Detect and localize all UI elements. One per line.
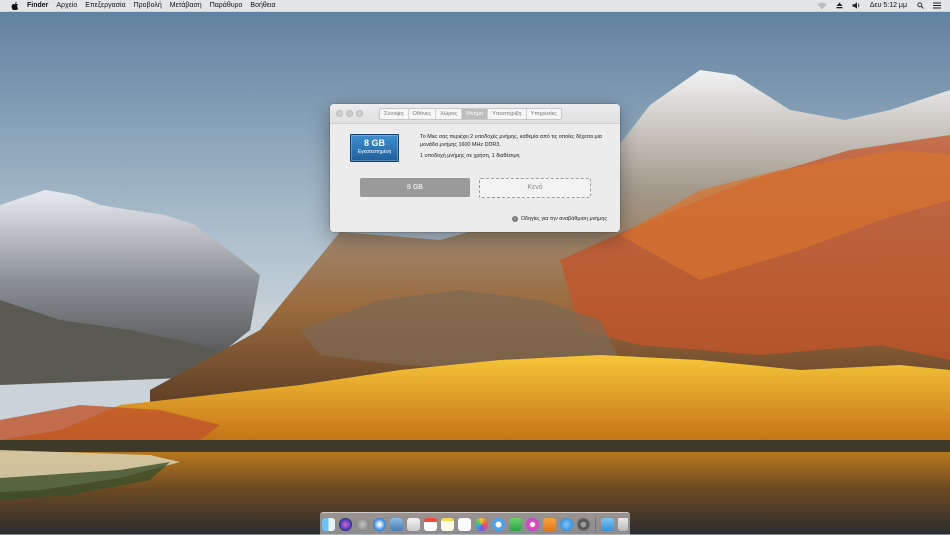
tab-overview[interactable]: Σύνοψη	[380, 109, 409, 119]
installed-memory-label: Εγκατεστημένη	[357, 149, 392, 155]
close-button[interactable]	[336, 110, 343, 117]
menu-window[interactable]: Παράθυρο	[210, 0, 243, 11]
preview-icon[interactable]	[390, 517, 403, 531]
dock-separator	[594, 517, 596, 531]
installed-memory-size: 8 GB	[363, 138, 385, 148]
tab-service[interactable]: Υπηρεσίες	[527, 109, 561, 119]
photos-icon[interactable]	[475, 517, 488, 531]
calendar-icon[interactable]	[424, 517, 437, 531]
arrow-circle-icon: ›	[511, 216, 518, 222]
memory-panel: 8 GB Εγκατεστημένη Το Mac σας περιέχει 2…	[330, 124, 620, 232]
menu-go[interactable]: Μετάβαση	[170, 0, 202, 11]
tab-support[interactable]: Υποστήριξη	[488, 109, 527, 119]
memory-description: Το Mac σας περιέχει 2 υποδοχές μνήμης, κ…	[420, 134, 602, 148]
ibooks-icon[interactable]	[543, 517, 556, 531]
safari-icon[interactable]	[373, 517, 386, 531]
tab-memory[interactable]: Μνήμη	[462, 109, 489, 119]
notification-center-icon[interactable]	[933, 2, 941, 9]
finder-icon[interactable]	[322, 517, 335, 531]
about-this-mac-window: Σύνοψη Οθόνες Χώρος Μνήμη Υποστήριξη Υπη…	[330, 104, 620, 232]
spotlight-icon[interactable]	[917, 2, 924, 9]
trash-icon[interactable]	[618, 517, 628, 531]
memory-upgrade-link-label: Οδηγίες για την αναβάθμιση μνήμης	[520, 216, 607, 222]
reminders-icon[interactable]	[458, 517, 471, 531]
menu-edit[interactable]: Επεξεργασία	[85, 0, 125, 11]
memory-slot-2: Κενό	[479, 178, 591, 198]
downloads-icon[interactable]	[601, 517, 614, 531]
memory-chip-icon: 8 GB Εγκατεστημένη	[350, 134, 399, 162]
mail-icon[interactable]	[407, 517, 420, 531]
minimize-button[interactable]	[346, 110, 353, 117]
launchpad-icon[interactable]	[356, 517, 369, 531]
dock	[320, 512, 630, 535]
menu-file[interactable]: Αρχείο	[56, 0, 77, 11]
apple-menu-icon[interactable]	[11, 1, 19, 10]
memory-slot-1: 8 GB	[360, 178, 470, 197]
messages-icon[interactable]	[492, 517, 505, 531]
notes-icon[interactable]	[441, 517, 454, 531]
desktop-wallpaper	[0, 0, 950, 534]
menu-clock[interactable]: Δευ 5:12 μμ	[870, 2, 907, 9]
siri-icon[interactable]	[339, 517, 352, 531]
volume-icon[interactable]	[852, 2, 861, 9]
facetime-icon[interactable]	[509, 517, 522, 531]
memory-upgrade-link[interactable]: › Οδηγίες για την αναβάθμιση μνήμης	[511, 216, 607, 222]
tab-bar: Σύνοψη Οθόνες Χώρος Μνήμη Υποστήριξη Υπη…	[379, 108, 562, 120]
wifi-icon[interactable]	[817, 2, 827, 10]
menu-finder[interactable]: Finder	[27, 0, 48, 11]
menu-bar: Finder Αρχείο Επεξεργασία Προβολή Μετάβα…	[0, 0, 950, 12]
tab-storage[interactable]: Χώρος	[436, 109, 463, 119]
menu-help[interactable]: Βοήθεια	[250, 0, 275, 11]
zoom-button[interactable]	[356, 110, 363, 117]
app-store-icon[interactable]	[560, 517, 573, 531]
tab-displays[interactable]: Οθόνες	[409, 109, 437, 119]
menu-view[interactable]: Προβολή	[134, 0, 162, 11]
window-titlebar[interactable]: Σύνοψη Οθόνες Χώρος Μνήμη Υποστήριξη Υπη…	[330, 104, 620, 124]
memory-slots-info: 1 υποδοχή μνήμης σε χρήση, 1 διαθέσιμη	[420, 153, 520, 159]
eject-icon[interactable]	[836, 2, 843, 9]
system-preferences-icon[interactable]	[577, 517, 590, 531]
itunes-icon[interactable]	[526, 517, 539, 531]
